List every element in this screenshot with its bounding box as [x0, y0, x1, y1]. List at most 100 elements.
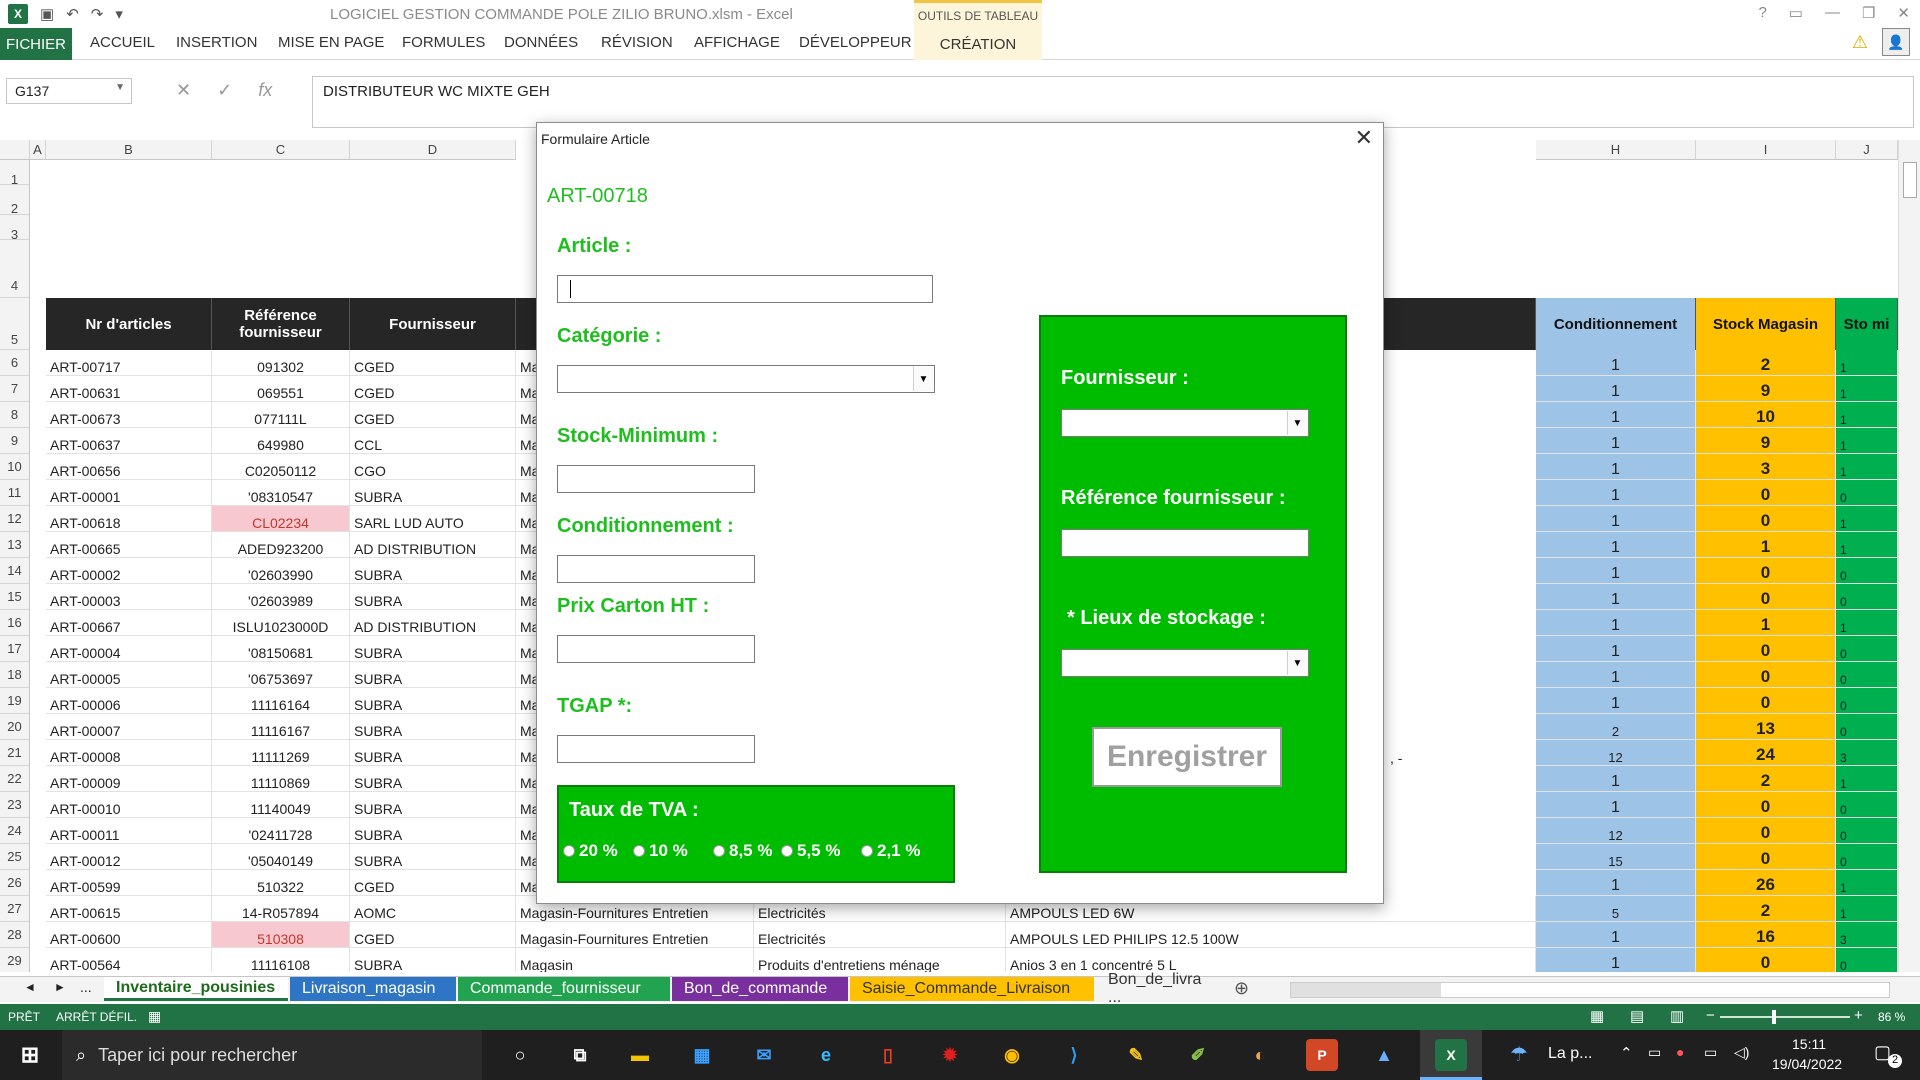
row-header[interactable]: 5	[0, 298, 30, 350]
cell-sous-categorie[interactable]: Produits d'entretiens ménage	[754, 948, 1006, 972]
select-all-corner[interactable]	[0, 140, 30, 160]
cell-stock-min[interactable]: 3	[1836, 922, 1898, 948]
row-header[interactable]: 2	[0, 185, 30, 216]
weather-icon[interactable]: ☂	[1510, 1042, 1528, 1067]
tab-revision[interactable]: RÉVISION	[601, 34, 673, 51]
cell-stock-min[interactable]: 0	[1836, 792, 1898, 818]
conditionnement-input[interactable]	[557, 555, 755, 583]
paint-tool-icon[interactable]: ✎	[1120, 1039, 1152, 1071]
vpn-icon[interactable]: ●	[1676, 1044, 1684, 1060]
function-icon[interactable]: fx	[258, 80, 272, 101]
cell-reference[interactable]: 11116167	[212, 714, 350, 740]
cell-designation[interactable]: AMPOULS LED PHILIPS 12.5 100W	[1006, 922, 1536, 948]
row-header[interactable]: 26	[0, 870, 30, 896]
row-header[interactable]: 10	[0, 454, 30, 480]
cell-reference[interactable]: 11110869	[212, 766, 350, 792]
col-header-c[interactable]: C	[212, 140, 350, 160]
cell-conditionnement[interactable]: 1	[1536, 454, 1696, 480]
row-header[interactable]: 17	[0, 636, 30, 662]
cell-categorie-magasin[interactable]: Magasin	[516, 948, 754, 972]
row-header[interactable]: 14	[0, 558, 30, 584]
tva-radio-5-5[interactable]: 5,5 %	[781, 841, 840, 861]
chevron-down-icon[interactable]: ▼	[913, 367, 933, 391]
cell-stock-min[interactable]: 1	[1836, 766, 1898, 792]
cell-conditionnement[interactable]: 1	[1536, 766, 1696, 792]
cell-reference[interactable]: 11111269	[212, 740, 350, 766]
cancel-icon[interactable]: ✕	[176, 80, 191, 101]
cell-fournisseur[interactable]: AD DISTRIBUTION	[350, 532, 516, 558]
cell-stock-magasin[interactable]: 24	[1696, 740, 1836, 766]
cell-conditionnement[interactable]: 1	[1536, 584, 1696, 610]
close-icon[interactable]: ✕	[1897, 4, 1910, 22]
lieux-stockage-select[interactable]: ▼	[1061, 649, 1309, 677]
row-header[interactable]: 15	[0, 584, 30, 610]
cell-nr-article[interactable]: ART-00637	[46, 428, 212, 454]
cell-stock-min[interactable]: 3	[1836, 740, 1898, 766]
cell-fournisseur[interactable]: SUBRA	[350, 636, 516, 662]
cell-stock-magasin[interactable]: 16	[1696, 922, 1836, 948]
cell-conditionnement[interactable]: 1	[1536, 870, 1696, 896]
row-header[interactable]: 3	[0, 215, 30, 242]
cell-stock-min[interactable]: 1	[1836, 870, 1898, 896]
paint-palette-icon[interactable]: ◐	[1244, 1039, 1276, 1071]
zoom-slider[interactable]	[1720, 1010, 1850, 1024]
edge-icon[interactable]: e	[810, 1039, 842, 1071]
cell-stock-magasin[interactable]: 26	[1696, 870, 1836, 896]
clock-time[interactable]: 15:11	[1792, 1036, 1826, 1052]
tab-donnees[interactable]: DONNÉES	[504, 34, 578, 51]
col-header-i[interactable]: I	[1696, 140, 1836, 160]
task-view-icon[interactable]: ⧉	[564, 1039, 596, 1071]
cell-stock-magasin[interactable]: 10	[1696, 402, 1836, 428]
help-icon[interactable]: ?	[1758, 4, 1766, 22]
cell-stock-magasin[interactable]: 0	[1696, 818, 1836, 844]
cell-reference[interactable]: '05040149	[212, 844, 350, 870]
zoom-level[interactable]: 86 %	[1878, 1010, 1905, 1024]
h-scroll-thumb[interactable]	[1291, 983, 1441, 997]
macro-record-icon[interactable]: ▦	[148, 1008, 161, 1025]
row-header[interactable]: 19	[0, 688, 30, 714]
cell-reference[interactable]: 077111L	[212, 402, 350, 428]
store-icon[interactable]: ▦	[686, 1039, 718, 1071]
cell-stock-magasin[interactable]: 0	[1696, 506, 1836, 532]
cell-reference[interactable]: 510322	[212, 870, 350, 896]
cell-nr-article[interactable]: ART-00615	[46, 896, 212, 922]
cell-reference[interactable]: 14-R057894	[212, 896, 350, 922]
cell-fournisseur[interactable]: SARL LUD AUTO	[350, 506, 516, 532]
sheet-tab[interactable]: Livraison_magasin	[290, 977, 456, 1001]
cell-reference[interactable]: '02603989	[212, 584, 350, 610]
tab-fichier[interactable]: FICHIER	[0, 28, 72, 60]
cell-nr-article[interactable]: ART-00009	[46, 766, 212, 792]
cell-reference[interactable]: C02050112	[212, 454, 350, 480]
cell-stock-min[interactable]: 1	[1836, 454, 1898, 480]
cell-fournisseur[interactable]: SUBRA	[350, 766, 516, 792]
sheet-tab[interactable]: Commande_fournisseur	[458, 977, 670, 1001]
customize-icon[interactable]: ▾	[115, 5, 123, 23]
cell-stock-min[interactable]: 0	[1836, 636, 1898, 662]
cell-fournisseur[interactable]: SUBRA	[350, 792, 516, 818]
header-fournisseur[interactable]: Fournisseur	[350, 298, 516, 350]
cell-stock-min[interactable]: 0	[1836, 714, 1898, 740]
cell-fournisseur[interactable]: CGED	[350, 870, 516, 896]
notepad-icon[interactable]: ✐	[1182, 1039, 1214, 1071]
tab-formules[interactable]: FORMULES	[402, 34, 485, 51]
cell-conditionnement[interactable]: 1	[1536, 688, 1696, 714]
cell-stock-min[interactable]: 0	[1836, 558, 1898, 584]
header-reference[interactable]: Référence fournisseur	[212, 298, 350, 350]
cell-stock-min[interactable]: 1	[1836, 610, 1898, 636]
cell-conditionnement[interactable]: 1	[1536, 480, 1696, 506]
row-header[interactable]: 22	[0, 766, 30, 792]
chevron-down-icon[interactable]: ▼	[115, 82, 125, 93]
warning-icon[interactable]: ⚠	[1852, 32, 1868, 53]
header-conditionnement[interactable]: Conditionnement	[1536, 298, 1696, 350]
cell-conditionnement[interactable]: 1	[1536, 376, 1696, 402]
cell-stock-min[interactable]: 1	[1836, 506, 1898, 532]
cell-stock-magasin[interactable]: 3	[1696, 454, 1836, 480]
zoom-out-icon[interactable]: −	[1706, 1007, 1715, 1024]
cell-fournisseur[interactable]: SUBRA	[350, 688, 516, 714]
cell-stock-min[interactable]: 0	[1836, 662, 1898, 688]
ribbon-display-icon[interactable]: ▭	[1789, 4, 1803, 22]
cell-stock-magasin[interactable]: 0	[1696, 844, 1836, 870]
confirm-icon[interactable]: ✓	[217, 80, 232, 101]
cell-conditionnement[interactable]: 15	[1536, 844, 1696, 870]
cell-stock-min[interactable]: 0	[1836, 584, 1898, 610]
